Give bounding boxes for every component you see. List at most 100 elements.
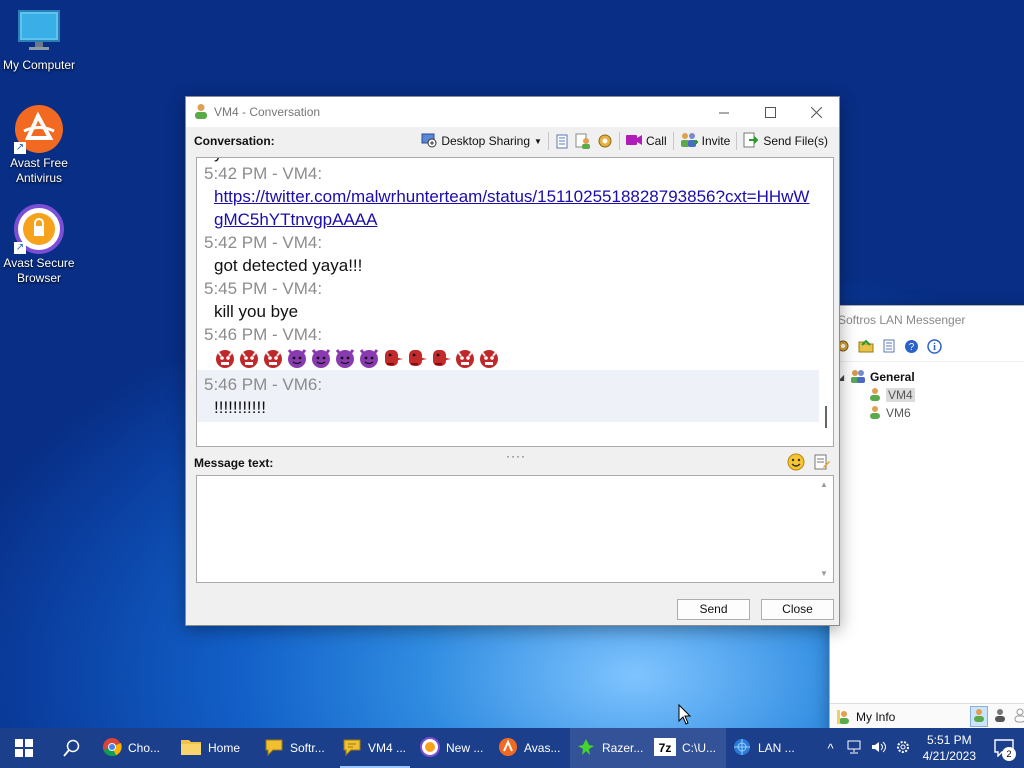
settings-gear-icon[interactable] [891, 739, 915, 758]
my-info-icon [837, 709, 849, 724]
user-details-button[interactable] [572, 130, 594, 152]
lan-title-bar[interactable]: Softros LAN Messenger [830, 306, 1024, 334]
desktop-sharing-button[interactable]: Desktop Sharing ▼ [418, 130, 545, 152]
taskbar-item-chrome[interactable]: Cho... [96, 728, 174, 768]
start-button[interactable] [0, 728, 48, 768]
svg-text:?: ? [909, 342, 915, 353]
message-link[interactable]: https://twitter.com/malwrhunterteam/stat… [214, 187, 809, 229]
volume-icon[interactable] [867, 740, 891, 757]
close-window-button[interactable] [793, 97, 839, 127]
oni-emoji-icon [454, 347, 476, 369]
avast-browser-icon [420, 736, 440, 760]
tree-group-general[interactable]: ◢ General [838, 368, 1024, 386]
history-scrollbar-thumb[interactable] [825, 406, 827, 428]
taskbar-item-7zip[interactable]: 7z C:\U... [648, 728, 726, 768]
message-input[interactable] [197, 476, 817, 582]
toolbar-separator [736, 132, 738, 150]
minimize-button[interactable] [701, 97, 747, 127]
lan-messenger-window: Softros LAN Messenger ? i ◢ General VM4 … [829, 305, 1024, 730]
action-center-button[interactable]: 2 [984, 728, 1024, 768]
call-button[interactable]: Call [623, 130, 670, 152]
search-icon [63, 739, 80, 757]
oni-emoji-icon [238, 347, 260, 369]
taskbar-item-avast[interactable]: Avas... [492, 728, 570, 768]
status-online-icon[interactable] [970, 706, 988, 727]
search-button[interactable] [48, 728, 96, 768]
message-input-scrollbar[interactable]: ▲ ▼ [817, 476, 833, 582]
conversation-label: Conversation: [194, 134, 275, 148]
message-header: 5:42 PM - VM4: [204, 233, 323, 252]
clock-date: 4/21/2023 [922, 749, 976, 763]
desktop-icon-avast-browser[interactable]: ↗ Avast Secure Browser [1, 204, 77, 286]
invite-button[interactable]: Invite [677, 130, 734, 152]
clock[interactable]: 5:51 PM 4/21/2023 [915, 732, 984, 764]
open-folder-icon[interactable] [858, 339, 874, 356]
maximize-button[interactable] [747, 97, 793, 127]
history-button[interactable] [552, 130, 572, 152]
lan-window-title: Softros LAN Messenger [838, 313, 966, 327]
message-input-box: ▲ ▼ [196, 475, 834, 583]
long-nose-goblin-emoji-icon [406, 347, 428, 369]
conversation-history[interactable]: you 5:42 PM - VM4: https://twitter.com/m… [196, 157, 834, 447]
send-files-button[interactable]: Send File(s) [740, 130, 831, 152]
lan-toolbar: ? i [830, 334, 1024, 362]
desktop-icon-my-computer[interactable]: My Computer [1, 8, 77, 73]
emoticon-icon[interactable] [787, 453, 805, 474]
lan-icon [732, 737, 752, 760]
invite-users-icon [680, 132, 698, 151]
scroll-down-arrow-icon[interactable]: ▼ [820, 569, 828, 578]
status-away-icon[interactable] [992, 707, 1008, 726]
settings-icon [598, 134, 612, 148]
send-button[interactable]: Send [677, 599, 750, 620]
tree-user-vm4[interactable]: VM4 [838, 386, 1024, 404]
chevron-up-icon[interactable]: ^ [819, 741, 843, 756]
network-icon[interactable] [843, 740, 867, 757]
taskbar-item-folder[interactable]: Home [174, 728, 258, 768]
tree-user-vm6[interactable]: VM6 [838, 404, 1024, 422]
razer-icon [576, 737, 596, 760]
taskbar-item-softros[interactable]: Softr... [258, 728, 336, 768]
group-label: General [870, 370, 915, 384]
message-body: https://twitter.com/malwrhunterteam/stat… [204, 185, 813, 231]
message-emojis [204, 346, 813, 370]
close-button[interactable]: Close [761, 599, 834, 620]
send-file-icon [743, 132, 759, 151]
toolbar-separator [547, 132, 549, 150]
softros-chat-icon [342, 737, 362, 760]
window-title: VM4 - Conversation [214, 105, 321, 119]
svg-text:i: i [933, 342, 936, 353]
taskbar-item-lan[interactable]: LAN ... [726, 728, 804, 768]
taskbar-item-label: LAN ... [758, 741, 795, 755]
desktop-icon-avast-antivirus[interactable]: ↗ Avast Free Antivirus [1, 104, 77, 186]
history-icon[interactable] [882, 339, 896, 356]
user-details-icon [575, 133, 590, 149]
imp-emoji-icon [310, 347, 332, 369]
text-format-icon[interactable] [813, 453, 831, 474]
long-nose-goblin-emoji-icon [430, 347, 452, 369]
user-name: VM4 [886, 388, 915, 402]
splitter-grip[interactable]: ···· [506, 449, 526, 463]
taskbar-item-razer[interactable]: Razer... [570, 728, 648, 768]
message-header: 5:46 PM - VM4: [204, 325, 323, 344]
shortcut-arrow-icon: ↗ [14, 242, 26, 254]
toolbar-separator [672, 132, 674, 150]
conversation-title-bar[interactable]: VM4 - Conversation [186, 97, 839, 127]
svg-text:7z: 7z [659, 741, 672, 755]
taskbar-item-softros-chat[interactable]: VM4 ... [336, 728, 414, 768]
taskbar-item-avast-browser[interactable]: New ... [414, 728, 492, 768]
settings-button[interactable] [594, 130, 616, 152]
message-selected: 5:46 PM - VM6: !!!!!!!!!!! [197, 370, 819, 422]
my-info-button[interactable]: My Info [836, 709, 895, 725]
chrome-icon [102, 737, 122, 760]
about-icon[interactable]: i [927, 338, 942, 357]
scroll-up-arrow-icon[interactable]: ▲ [820, 480, 828, 489]
toolbar-separator [618, 132, 620, 150]
call-label: Call [645, 134, 667, 148]
status-offline-icon[interactable] [1012, 707, 1024, 726]
help-icon[interactable]: ? [904, 339, 919, 357]
oni-emoji-icon [262, 347, 284, 369]
group-icon [850, 369, 866, 386]
avast-icon [498, 737, 518, 760]
desktop-icon-label: Avast Secure Browser [3, 256, 75, 285]
message: 5:46 PM - VM4: [197, 323, 819, 370]
